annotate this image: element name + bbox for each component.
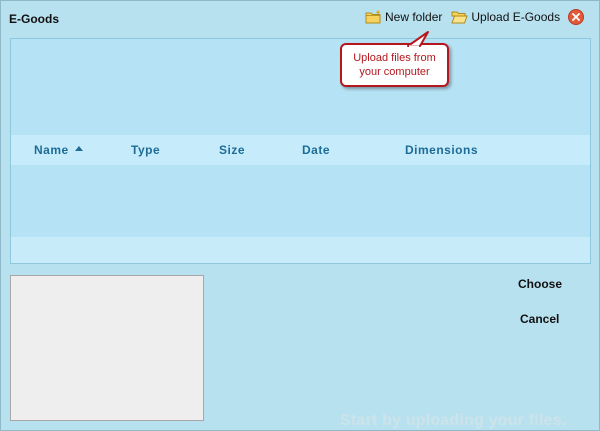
window-title: E-Goods bbox=[9, 12, 59, 26]
file-list-panel: Name Type Size Date Dimensions bbox=[10, 38, 591, 264]
column-header-dimensions[interactable]: Dimensions bbox=[405, 143, 478, 157]
new-folder-label: New folder bbox=[385, 10, 443, 24]
sort-ascending-icon bbox=[74, 146, 83, 152]
column-header-size[interactable]: Size bbox=[219, 143, 245, 157]
tooltip-text: Upload files from your computer bbox=[342, 51, 447, 79]
column-header-date[interactable]: Date bbox=[302, 143, 330, 157]
column-header-name[interactable]: Name bbox=[34, 143, 83, 157]
upload-egoods-button[interactable]: Upload E-Goods bbox=[451, 10, 560, 24]
new-folder-icon bbox=[365, 10, 382, 24]
column-header-type[interactable]: Type bbox=[131, 143, 160, 157]
file-preview-box bbox=[10, 275, 204, 421]
tooltip-line-1: Upload files from bbox=[353, 52, 436, 64]
new-folder-button[interactable]: New folder bbox=[365, 10, 442, 24]
open-folder-icon bbox=[451, 10, 469, 24]
column-header-row: Name Type Size Date Dimensions bbox=[11, 135, 590, 165]
close-icon[interactable] bbox=[568, 9, 585, 25]
upload-egoods-label: Upload E-Goods bbox=[471, 10, 561, 24]
file-manager-window: E-Goods New folder Upload E-Goods Name T… bbox=[0, 0, 600, 431]
file-list-top-area bbox=[11, 39, 590, 135]
upload-tooltip: Upload files from your computer bbox=[340, 31, 449, 87]
column-header-name-label: Name bbox=[34, 143, 69, 157]
cancel-button[interactable]: Cancel bbox=[520, 312, 559, 326]
file-list-footer bbox=[11, 237, 590, 263]
tooltip-line-2: your computer bbox=[359, 66, 430, 78]
status-hint: Start by uploading your files. bbox=[340, 412, 567, 429]
tooltip-pointer bbox=[407, 31, 429, 49]
file-list-body[interactable] bbox=[11, 165, 590, 237]
toolbar: New folder Upload E-Goods bbox=[365, 8, 585, 26]
choose-button[interactable]: Choose bbox=[518, 277, 562, 291]
